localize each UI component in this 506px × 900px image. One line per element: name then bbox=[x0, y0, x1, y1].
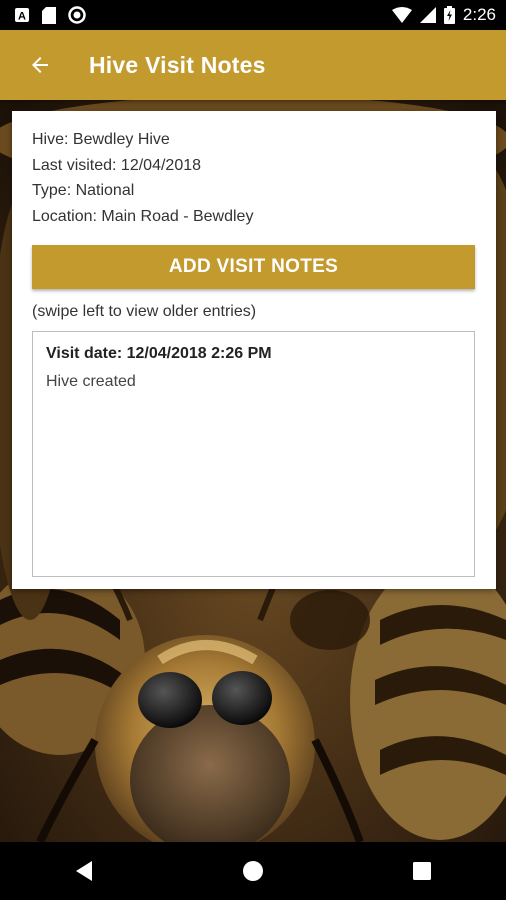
sync-circle-icon bbox=[68, 6, 86, 24]
back-triangle-icon bbox=[76, 861, 93, 881]
visit-entry-panel[interactable]: Visit date: 12/04/2018 2:26 PM Hive crea… bbox=[32, 331, 475, 577]
status-time: 2:26 bbox=[462, 5, 496, 24]
arrow-back-icon bbox=[32, 57, 48, 73]
last-visited-text: Last visited: 12/04/2018 bbox=[32, 156, 202, 174]
visit-date-text: Visit date: 12/04/2018 2:26 PM bbox=[46, 345, 272, 362]
page-title: Hive Visit Notes bbox=[89, 51, 266, 78]
cell-signal-icon bbox=[419, 7, 436, 23]
hive-location-text: Location: Main Road - Bewdley bbox=[32, 207, 254, 225]
system-nav-bar bbox=[0, 842, 506, 900]
battery-charging-icon bbox=[443, 6, 455, 24]
app-bar: Hive Visit Notes bbox=[0, 30, 506, 100]
back-button[interactable] bbox=[26, 51, 54, 79]
font-a-icon: A bbox=[14, 7, 30, 23]
wifi-icon bbox=[391, 7, 412, 23]
status-right-icons: 2:26 bbox=[391, 5, 496, 25]
svg-text:A: A bbox=[18, 11, 26, 23]
nav-back-button[interactable] bbox=[54, 851, 114, 891]
hive-name-text: Hive: Bewdley Hive bbox=[32, 131, 170, 148]
swipe-hint-text: (swipe left to view older entries) bbox=[32, 303, 257, 320]
status-bar: A 2:26 bbox=[0, 0, 506, 30]
status-left-icons: A bbox=[14, 6, 86, 24]
visit-notes-text: Hive created bbox=[46, 373, 136, 390]
hive-type-text: Type: National bbox=[32, 182, 135, 199]
add-visit-notes-button[interactable]: ADD VISIT NOTES bbox=[32, 245, 475, 289]
home-circle-icon bbox=[242, 861, 263, 881]
nav-home-button[interactable] bbox=[223, 851, 283, 891]
sd-card-icon bbox=[42, 6, 56, 24]
recents-square-icon bbox=[412, 862, 431, 880]
hive-details-card: Hive: Bewdley Hive Last visited: 12/04/2… bbox=[12, 111, 496, 589]
nav-recents-button[interactable] bbox=[392, 851, 452, 891]
